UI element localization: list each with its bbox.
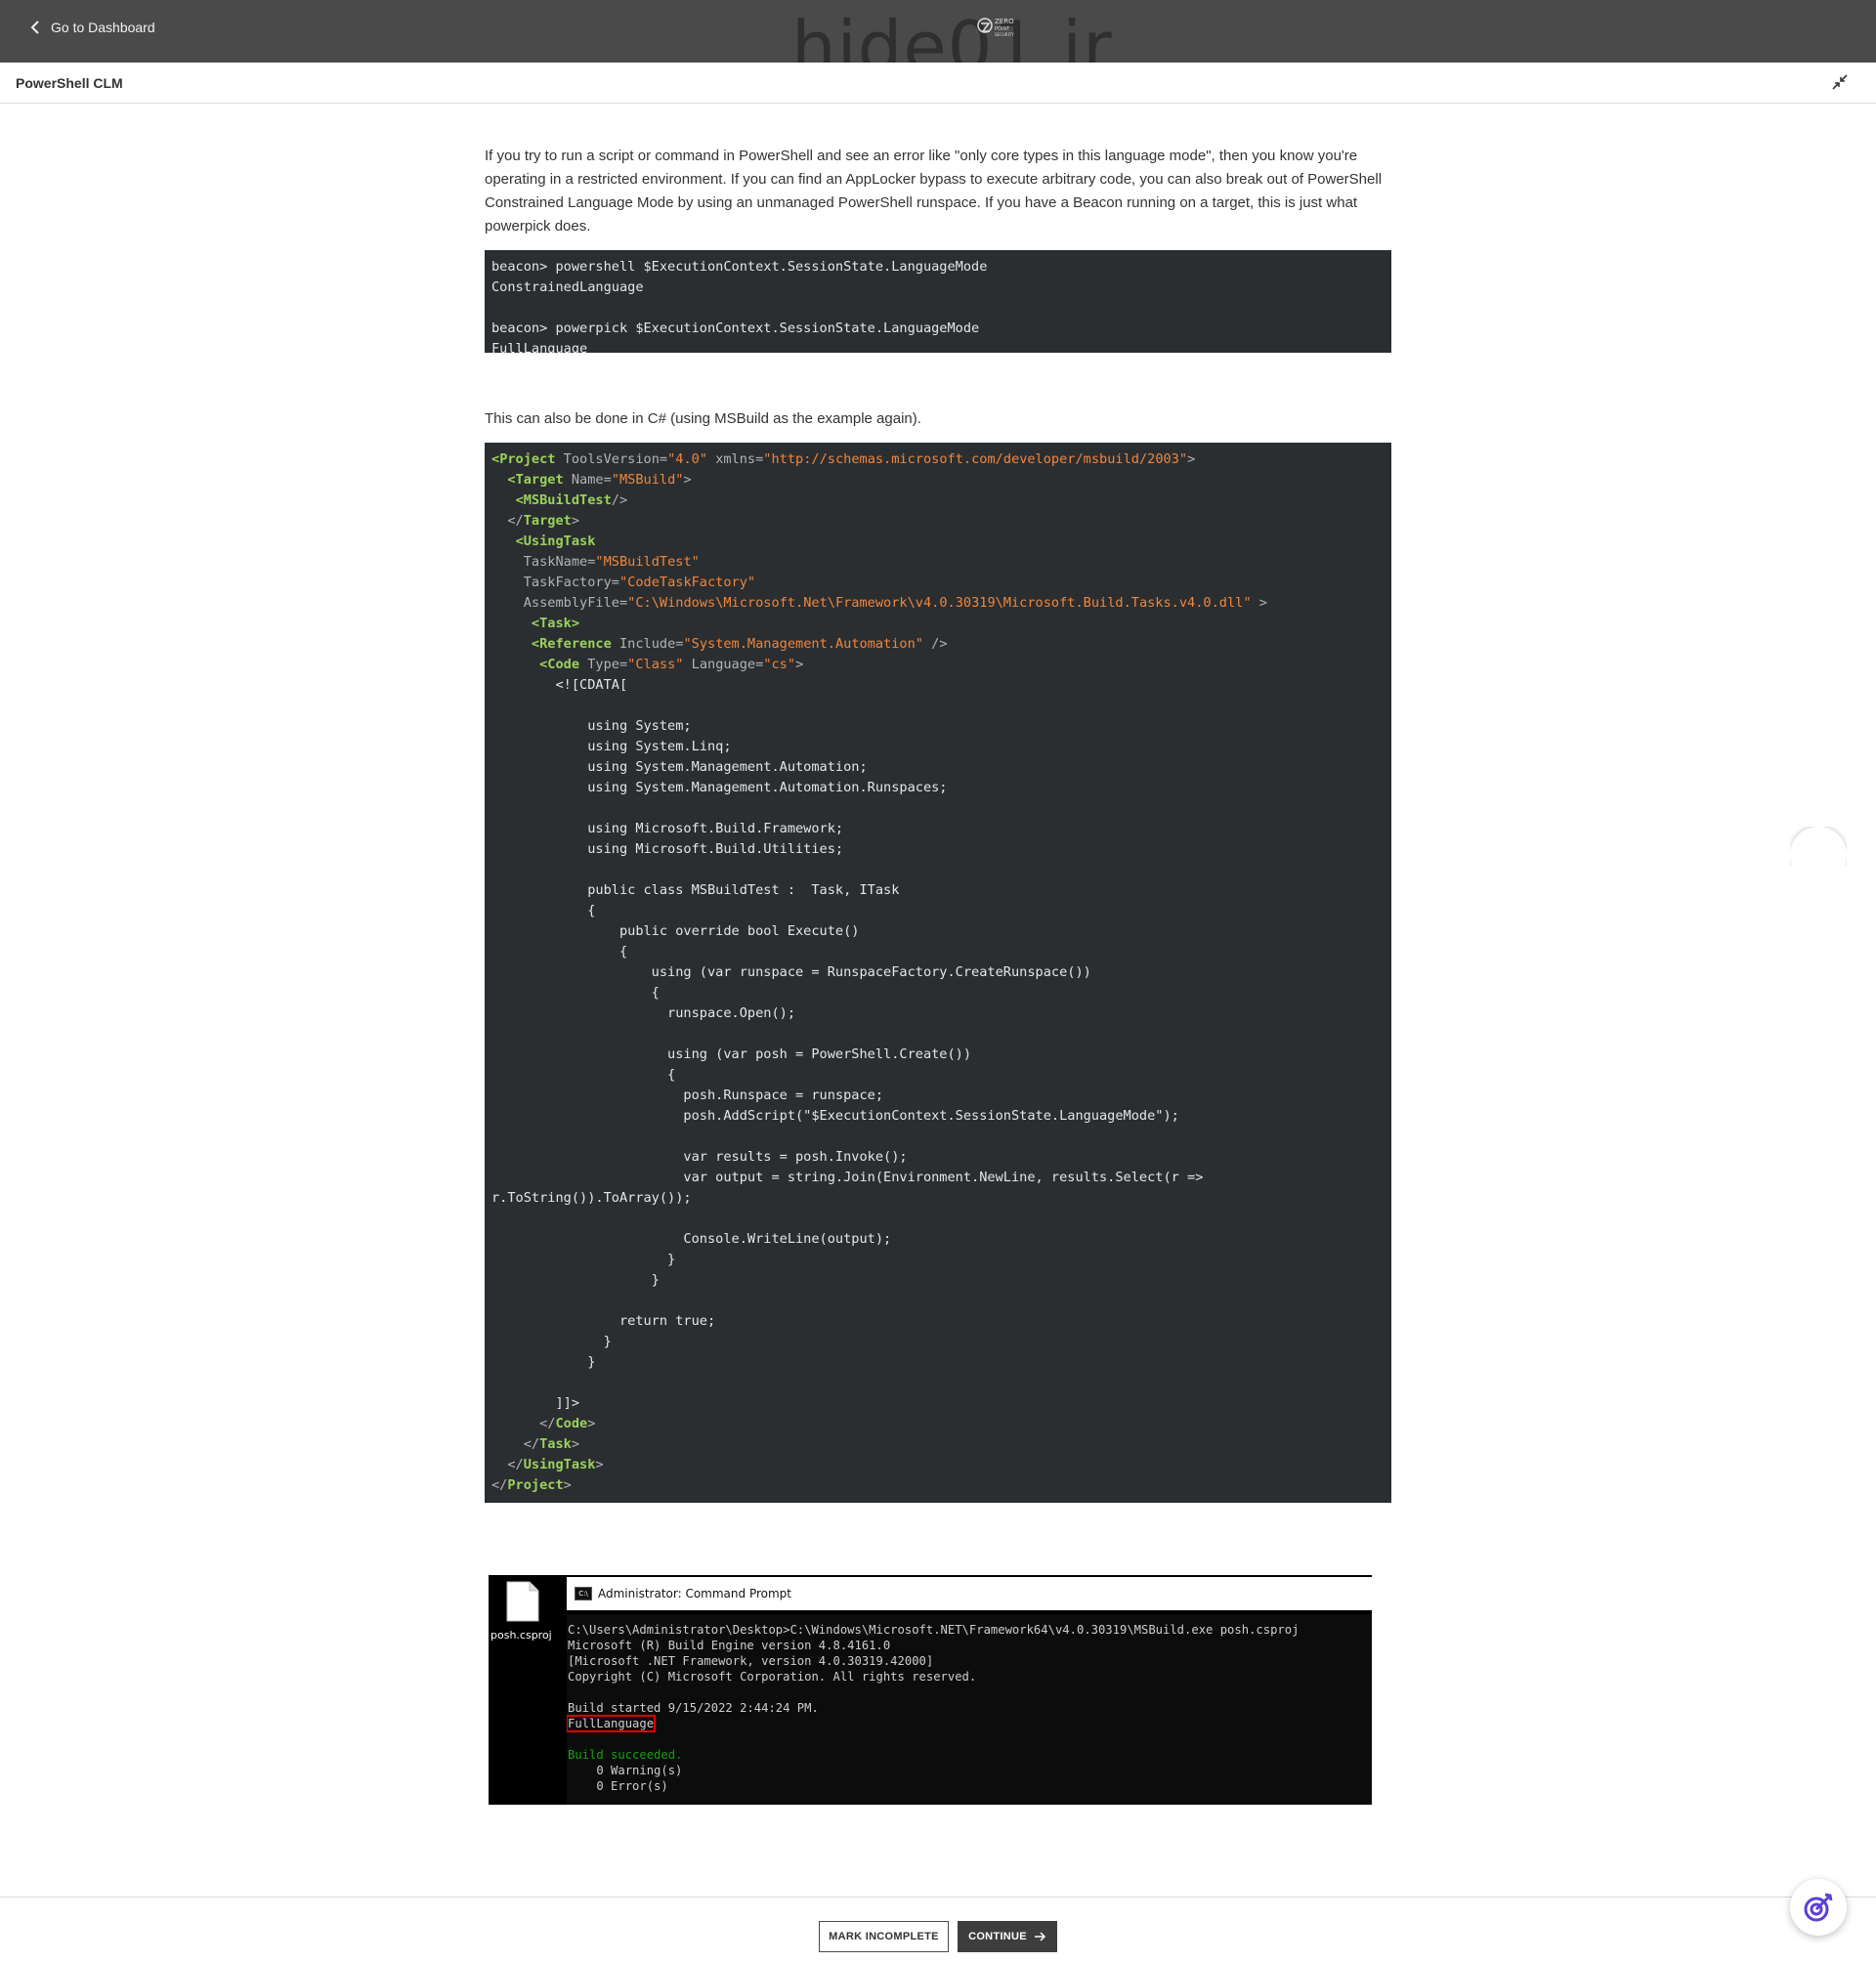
- cmd-tail: 0 Warning(s) 0 Error(s): [596, 1764, 683, 1793]
- top-bar: Go to Dashboard hide01.ir ZERO POINT SEC…: [0, 0, 1876, 86]
- lesson-title: PowerShell CLM: [16, 75, 123, 91]
- cmd-icon: C:\: [575, 1587, 592, 1600]
- watermark-logo: ZERO POINT SECURITY: [977, 18, 1014, 37]
- mark-incomplete-label: MARK INCOMPLETE: [829, 1931, 939, 1942]
- desktop-strip: posh.csproj: [489, 1575, 567, 1805]
- code-body: <![CDATA[ using System; using System.Lin…: [491, 677, 1204, 1411]
- mark-incomplete-button[interactable]: MARK INCOMPLETE: [819, 1921, 949, 1952]
- continue-button[interactable]: CONTINUE: [958, 1921, 1057, 1952]
- arrow-right-icon: [1034, 1932, 1045, 1941]
- collapse-icon[interactable]: [1831, 73, 1849, 91]
- build-succeeded: Build succeeded.: [568, 1748, 683, 1762]
- assistant-button[interactable]: [1790, 1879, 1847, 1936]
- intro-paragraph: If you try to run a script or command in…: [485, 148, 1383, 235]
- file-label: posh.csproj: [490, 1629, 552, 1642]
- svg-text:ZERO: ZERO: [995, 18, 1014, 25]
- lesson-content: If you try to run a script or command in…: [485, 145, 1391, 1503]
- side-fab-peek[interactable]: [1790, 827, 1847, 866]
- chevron-left-icon: [30, 21, 39, 34]
- svg-text:SECURITY: SECURITY: [995, 32, 1014, 37]
- beacon-code-block: beacon> powershell $ExecutionContext.Ses…: [485, 250, 1391, 353]
- cmd-output: C:\Users\Administrator\Desktop>C:\Window…: [567, 1614, 1372, 1805]
- target-icon: [1804, 1893, 1833, 1922]
- lesson-header: PowerShell CLM: [0, 63, 1876, 104]
- cmd-screenshot: posh.csproj C:\ Administrator: Command P…: [489, 1575, 1372, 1805]
- code-line: ConstrainedLanguage: [491, 279, 644, 295]
- go-to-dashboard-link[interactable]: Go to Dashboard: [29, 20, 155, 35]
- cmd-title-bar: C:\ Administrator: Command Prompt: [567, 1577, 1372, 1610]
- footer-bar: MARK INCOMPLETE CONTINUE: [0, 1897, 1876, 1962]
- msbuild-code-block: <Project ToolsVersion="4.0" xmlns="http:…: [485, 443, 1391, 1503]
- code-line: beacon> powerpick $ExecutionContext.Sess…: [491, 320, 980, 336]
- cmd-title: Administrator: Command Prompt: [598, 1587, 791, 1600]
- continue-label: CONTINUE: [968, 1931, 1027, 1942]
- fulllanguage-highlight: FullLanguage: [567, 1715, 657, 1732]
- csharp-paragraph: This can also be done in C# (using MSBui…: [485, 410, 921, 427]
- back-label: Go to Dashboard: [51, 20, 155, 35]
- file-icon: [506, 1581, 539, 1622]
- code-line: beacon> powershell $ExecutionContext.Ses…: [491, 259, 988, 275]
- cmd-lines: C:\Users\Administrator\Desktop>C:\Window…: [568, 1623, 1300, 1715]
- code-line: FullLanguage: [491, 341, 588, 353]
